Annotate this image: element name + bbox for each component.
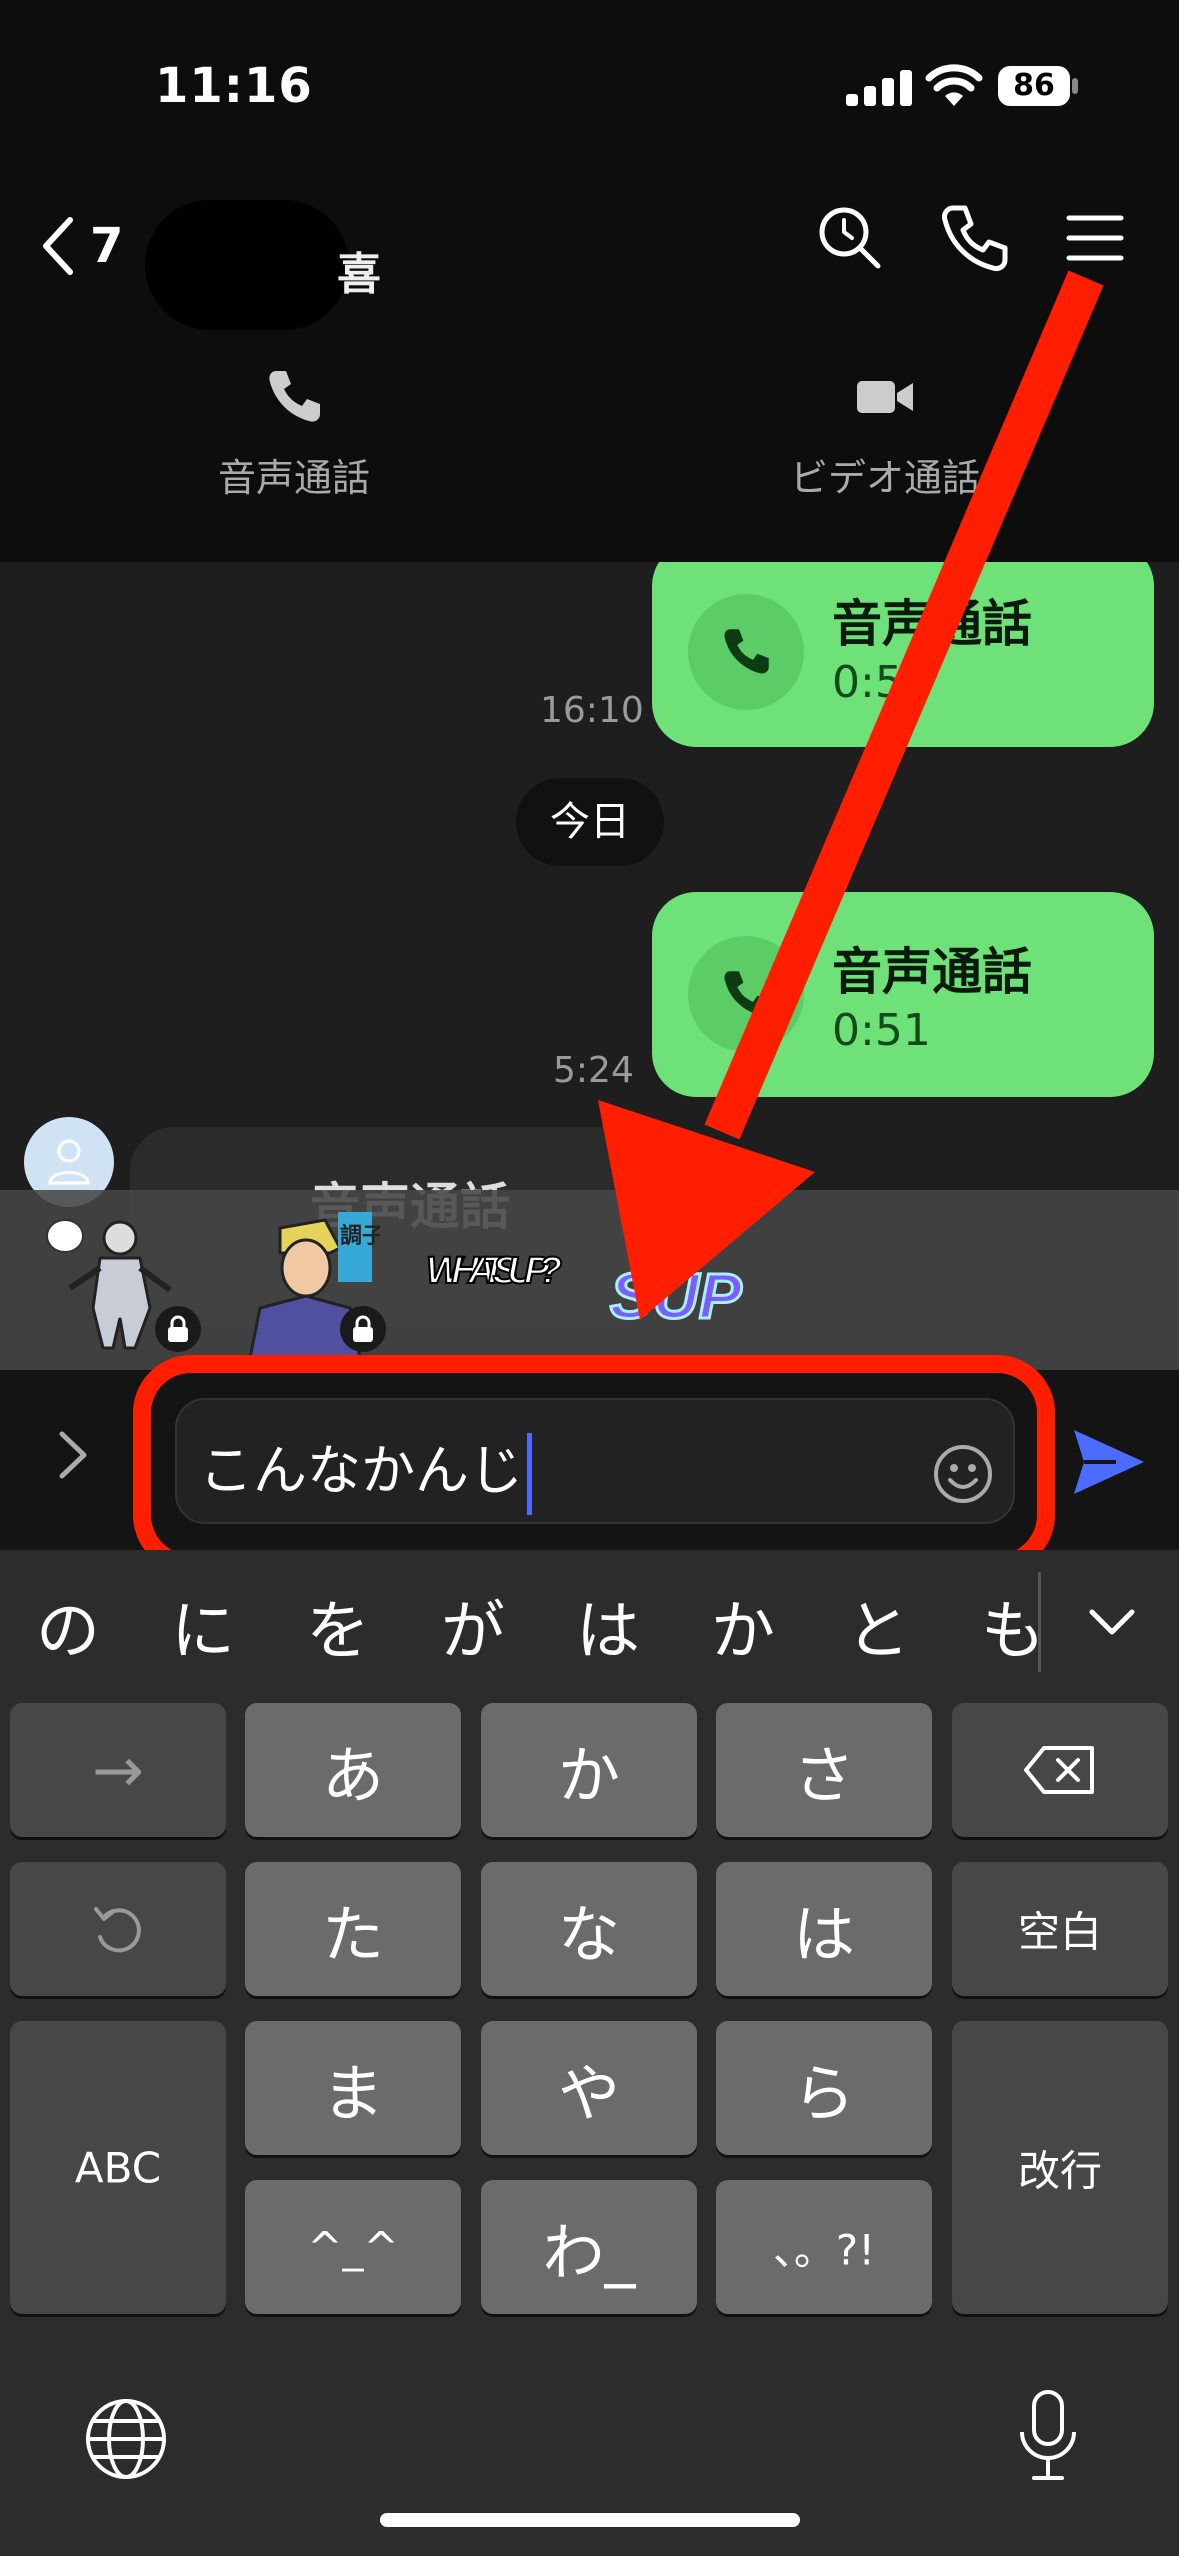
lock-icon (353, 1315, 373, 1342)
chevron-left-icon (43, 217, 73, 275)
key-na[interactable]: な (481, 1862, 697, 1996)
globe-icon[interactable] (82, 2395, 170, 2483)
message-time: 16:10 (540, 690, 644, 731)
sticker-caption: WHAT'S UP? (426, 1250, 562, 1292)
menu-icon (1066, 215, 1124, 261)
send-icon[interactable] (1068, 1422, 1148, 1502)
delete-icon (1024, 1746, 1094, 1794)
search-icon (819, 207, 881, 269)
status-bar: 11:16 86 (0, 0, 1179, 170)
key-a[interactable]: あ (245, 1703, 461, 1837)
redaction-mask (145, 200, 349, 330)
key-enter[interactable]: 改行 (952, 2021, 1168, 2314)
key-ta[interactable]: た (245, 1862, 461, 1996)
call-title: 音声通話 (832, 943, 1032, 1001)
date-separator: 今日 (516, 778, 664, 866)
call-circle (688, 936, 804, 1052)
suggestion-item[interactable]: を (288, 1580, 388, 1672)
suggestion-item[interactable]: は (558, 1580, 658, 1672)
back-button[interactable]: 7 (38, 206, 138, 286)
menu-button[interactable] (1055, 198, 1135, 278)
suggestion-bar: の に を が は か と も (0, 1550, 1179, 1700)
suggestion-item[interactable]: も (963, 1580, 1063, 1672)
voice-call-label: 音声通話 (217, 456, 370, 500)
key-ma[interactable]: ま (245, 2021, 461, 2155)
key-sa[interactable]: さ (716, 1703, 932, 1837)
key-abc[interactable]: ABC (10, 2021, 226, 2314)
video-camera-icon (857, 381, 913, 413)
suggestion-item[interactable]: か (693, 1580, 793, 1672)
call-message[interactable]: 音声通話 0:51 (652, 892, 1154, 1097)
microphone-icon[interactable] (1016, 2388, 1080, 2484)
unread-count: 7 (90, 218, 124, 274)
whats-up-sticker-image: WHAT'S UP? (425, 1249, 563, 1293)
suggestion-item[interactable]: が (423, 1580, 523, 1672)
lock-badge (155, 1306, 201, 1352)
suggestion-item[interactable]: に (153, 1580, 253, 1672)
status-time: 11:16 (155, 58, 313, 114)
lock-icon (168, 1315, 188, 1342)
key-punctuation[interactable]: 、。?! (716, 2180, 932, 2314)
keyboard: の に を が は か と も → あ か さ た な は 空白 ABC ま や… (0, 1550, 1179, 2556)
call-duration: 0:51 (832, 1005, 931, 1056)
key-kaomoji[interactable]: ^_^ (245, 2180, 461, 2314)
key-next-char[interactable]: → (10, 1703, 226, 1837)
chat-header: 7 喜 音声通話 ビデオ通話 (0, 170, 1179, 562)
key-delete[interactable] (952, 1703, 1168, 1837)
key-wa[interactable]: わ_ (481, 2180, 697, 2314)
suggestion-item[interactable]: の (18, 1580, 118, 1672)
sticker-caption: 調子 (340, 1223, 380, 1249)
sup-sticker-image: SUP (609, 1259, 744, 1334)
chat-title: 喜 (145, 200, 381, 330)
suggestion-item[interactable]: と (828, 1580, 928, 1672)
home-indicator[interactable] (380, 2513, 800, 2527)
call-message[interactable]: 音声通話 0:50 (652, 562, 1154, 747)
call-duration: 0:50 (832, 657, 931, 708)
sticker-man-調子[interactable]: 調子 (230, 1208, 386, 1360)
phone-icon (724, 971, 769, 1016)
video-call-tab[interactable]: ビデオ通話 (735, 365, 1035, 515)
voice-call-tab[interactable]: 音声通話 (144, 365, 444, 515)
key-ya[interactable]: や (481, 2021, 697, 2155)
call-button[interactable] (935, 198, 1015, 278)
battery-level: 86 (998, 66, 1070, 106)
battery-icon: 86 (998, 62, 1078, 108)
key-ra[interactable]: ら (716, 2021, 932, 2155)
sticker-suggestions: 調子 WHAT'S UP? SUP (0, 1190, 1179, 1370)
phone-icon (942, 205, 1008, 271)
key-undo[interactable] (10, 1862, 226, 1996)
wifi-icon (925, 64, 983, 106)
annotation-highlight-box (133, 1355, 1055, 1573)
sticker-warrior[interactable] (45, 1208, 201, 1358)
lock-badge (340, 1306, 386, 1352)
chevron-down-icon[interactable] (1080, 1590, 1144, 1654)
search-button[interactable] (810, 198, 890, 278)
sticker-whats-up[interactable]: WHAT'S UP? (418, 1208, 568, 1358)
key-space[interactable]: 空白 (952, 1862, 1168, 1996)
person-icon (48, 1139, 90, 1185)
phone-icon (269, 371, 320, 422)
sticker-caption: SUP (610, 1260, 742, 1332)
cellular-signal-icon (846, 70, 912, 106)
video-call-label: ビデオ通話 (789, 456, 980, 500)
chat-title-tail: 喜 (337, 249, 381, 300)
divider (1038, 1572, 1041, 1672)
call-circle (688, 594, 804, 710)
sticker-sup[interactable]: SUP (600, 1208, 750, 1358)
expand-icon[interactable] (48, 1420, 98, 1490)
message-time: 5:24 (553, 1050, 634, 1091)
call-title: 音声通話 (832, 595, 1032, 653)
key-ha[interactable]: は (716, 1862, 932, 1996)
key-ka[interactable]: か (481, 1703, 697, 1837)
undo-icon (94, 1907, 141, 1953)
phone-icon (724, 629, 769, 674)
